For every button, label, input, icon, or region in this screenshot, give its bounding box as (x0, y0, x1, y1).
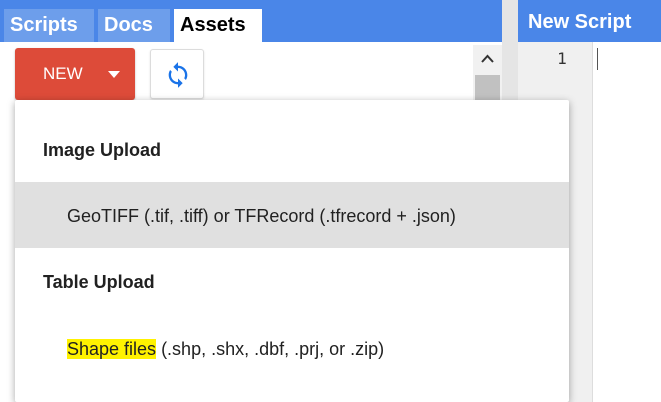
menu-item-geotiff-upload[interactable]: GeoTIFF (.tif, .tiff) or TFRecord (.tfre… (15, 182, 569, 248)
line-number: 1 (557, 49, 567, 68)
editor-tab-bar: New Script (518, 0, 661, 42)
menu-item-shape-files[interactable]: Shape files (.shp, .shx, .dbf, .prj, or … (15, 315, 569, 381)
left-tab-bar: Scripts Docs Assets (0, 0, 502, 42)
menu-item-geotiff-label: GeoTIFF (.tif, .tiff) or TFRecord (.tfre… (67, 206, 456, 226)
scroll-up-button[interactable] (473, 45, 502, 73)
image-upload-heading: Image Upload (43, 140, 162, 160)
tab-docs[interactable]: Docs (98, 9, 170, 42)
shape-files-extensions: (.shp, .shx, .dbf, .prj, or .zip) (156, 339, 385, 359)
app-root: Scripts Docs Assets NEW New Script 1 Ima… (0, 0, 661, 402)
refresh-button[interactable] (150, 49, 204, 99)
text-cursor[interactable] (597, 48, 598, 70)
chevron-up-icon (481, 54, 494, 63)
new-button-label: NEW (43, 64, 83, 83)
menu-item-shape-label: Shape files (.shp, .shx, .dbf, .prj, or … (67, 339, 384, 360)
new-asset-dropdown-menu: Image Upload GeoTIFF (.tif, .tiff) or TF… (15, 100, 569, 402)
tab-assets[interactable]: Assets (174, 9, 262, 42)
table-upload-heading: Table Upload (43, 272, 155, 292)
refresh-icon (168, 62, 188, 88)
editor-tab-title[interactable]: New Script (528, 11, 631, 34)
caret-down-icon (108, 71, 120, 78)
new-button[interactable]: NEW (15, 48, 135, 100)
tab-scripts[interactable]: Scripts (4, 9, 94, 42)
shape-files-highlight: Shape files (67, 339, 157, 359)
